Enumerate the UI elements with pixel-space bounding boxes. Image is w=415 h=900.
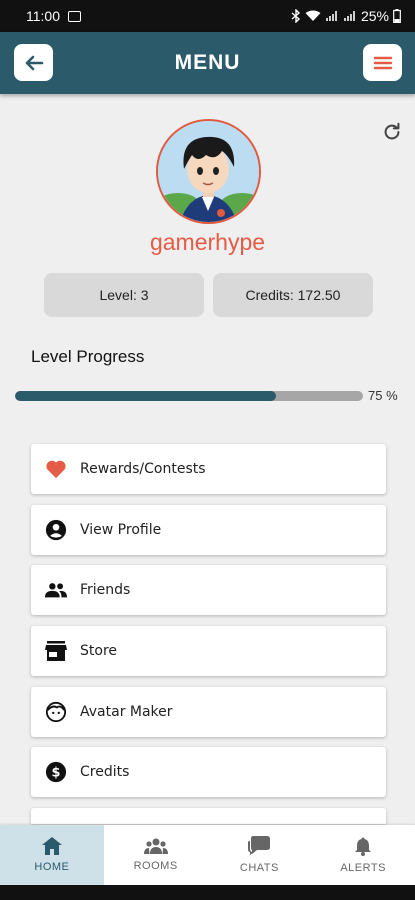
menu-item-view-profile[interactable]: View Profile — [31, 504, 386, 555]
avatar-image — [158, 121, 259, 222]
face-icon — [45, 701, 67, 723]
menu-item-avatar-maker[interactable]: Avatar Maker — [31, 686, 386, 737]
tab-alerts[interactable]: ALERTS — [311, 825, 415, 885]
menu-item-label: View Profile — [80, 521, 162, 538]
chat-icon — [248, 836, 271, 855]
menu-list: Rewards/Contests View Profile Friends St… — [31, 444, 386, 825]
tab-rooms[interactable]: ROOMS — [104, 825, 208, 885]
people-icon — [45, 579, 67, 601]
store-icon — [45, 640, 67, 662]
level-progress-title: Level Progress — [31, 347, 145, 366]
menu-item-friends[interactable]: Friends — [31, 565, 386, 616]
page-title: MENU — [174, 51, 241, 74]
level-progress-percent: 75 % — [368, 388, 398, 403]
status-time: 11:00 — [26, 8, 60, 24]
menu-item-partial[interactable] — [31, 808, 386, 825]
hamburger-menu-button[interactable] — [363, 44, 402, 81]
dollar-icon: $ — [45, 761, 67, 783]
level-badge: Level: 3 — [44, 273, 204, 317]
bell-icon — [355, 837, 372, 856]
avatar[interactable] — [156, 119, 261, 224]
battery-percent: 25% — [360, 8, 389, 24]
app-bar: MENU — [0, 32, 415, 94]
tab-label: CHATS — [239, 862, 279, 874]
arrow-left-icon — [25, 55, 43, 70]
image-notification-icon — [68, 10, 81, 22]
credits-badge: Credits: 172.50 — [213, 273, 373, 317]
status-indicators: 25% — [291, 8, 401, 24]
menu-item-credits[interactable]: $ Credits — [31, 747, 386, 798]
signal-icon-2 — [344, 11, 355, 21]
refresh-icon[interactable] — [381, 121, 403, 143]
username: gamerhype — [149, 229, 266, 255]
heart-icon — [45, 458, 67, 480]
menu-item-label: Credits — [80, 764, 130, 781]
system-navigation-bar — [0, 885, 415, 900]
menu-item-store[interactable]: Store — [31, 626, 386, 677]
menu-item-label: Friends — [80, 582, 131, 599]
tab-label: HOME — [34, 861, 70, 873]
bottom-navigation: HOME ROOMS CHATS ALERTS — [0, 825, 415, 885]
tab-home[interactable]: HOME — [0, 825, 104, 885]
hamburger-icon — [373, 56, 392, 69]
account-circle-icon — [45, 519, 67, 541]
menu-item-rewards-contests[interactable]: Rewards/Contests — [31, 444, 386, 494]
tab-label: ALERTS — [340, 861, 386, 874]
menu-item-label: Store — [80, 643, 118, 660]
level-progress-bar — [15, 391, 363, 401]
home-icon — [41, 837, 62, 855]
group-icon — [143, 838, 168, 854]
tab-chats[interactable]: CHATS — [208, 825, 312, 885]
menu-item-label: Rewards/Contests — [80, 461, 206, 477]
level-progress-fill — [15, 391, 276, 401]
tab-label: ROOMS — [133, 860, 178, 872]
signal-icon — [326, 11, 337, 21]
battery-icon — [393, 9, 401, 23]
menu-item-label: Avatar Maker — [80, 703, 173, 720]
back-button[interactable] — [14, 44, 53, 81]
svg-text:$: $ — [52, 766, 61, 781]
wifi-icon — [305, 10, 321, 21]
status-bar: 11:00 25% — [0, 0, 415, 32]
bluetooth-icon — [291, 9, 300, 23]
